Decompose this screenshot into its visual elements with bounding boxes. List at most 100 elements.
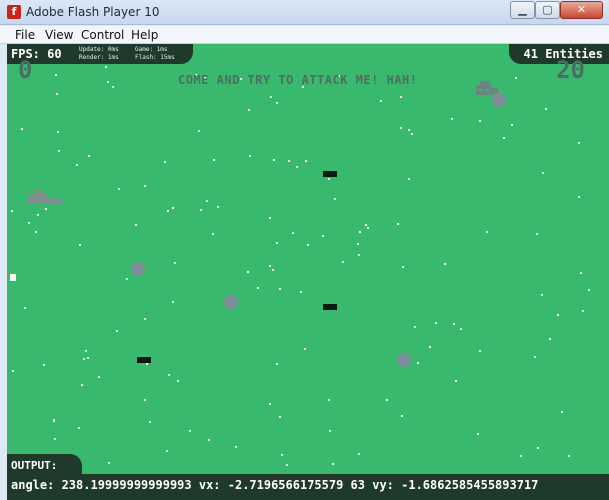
- star: [168, 374, 170, 376]
- score-right: 20: [556, 56, 585, 84]
- game-stage[interactable]: FPS: 60 Update: 0ms Render: 1ms Game: 1m…: [7, 44, 609, 500]
- star: [146, 363, 148, 365]
- star: [164, 161, 166, 163]
- star: [53, 420, 55, 422]
- star: [28, 222, 30, 224]
- fps-panel: FPS: 60 Update: 0ms Render: 1ms Game: 1m…: [7, 44, 193, 64]
- star: [58, 150, 60, 152]
- star: [269, 265, 271, 267]
- star: [334, 198, 336, 200]
- star: [479, 350, 481, 352]
- star: [248, 109, 250, 111]
- star: [342, 261, 344, 263]
- star: [56, 93, 58, 95]
- minimize-button[interactable]: ▁: [510, 1, 535, 19]
- star: [358, 453, 360, 455]
- star: [112, 86, 114, 88]
- star: [542, 172, 544, 174]
- star: [273, 159, 275, 161]
- menu-control[interactable]: Control: [81, 26, 124, 44]
- starfield: [11, 66, 590, 466]
- star: [408, 178, 410, 180]
- star: [358, 254, 360, 256]
- star: [332, 463, 334, 465]
- star: [45, 208, 47, 210]
- star: [149, 421, 151, 423]
- star: [118, 188, 120, 190]
- output-label: OUTPUT:: [11, 459, 58, 472]
- star: [276, 242, 278, 244]
- star: [414, 326, 416, 328]
- star: [411, 133, 413, 135]
- star: [451, 118, 453, 120]
- star: [455, 380, 457, 382]
- star: [400, 127, 402, 129]
- star: [503, 137, 505, 139]
- star: [386, 399, 388, 401]
- star: [307, 244, 309, 246]
- close-button[interactable]: ✕: [560, 1, 603, 19]
- render-time: Render: 1ms: [79, 54, 119, 61]
- star: [79, 244, 81, 246]
- star: [11, 210, 13, 212]
- star: [272, 269, 274, 271]
- star: [357, 243, 359, 245]
- star: [24, 307, 26, 309]
- star: [417, 362, 419, 364]
- player-ship: [26, 190, 64, 204]
- star: [76, 164, 78, 166]
- score-left: 0: [18, 56, 33, 84]
- star: [276, 363, 278, 365]
- star: [588, 289, 590, 291]
- star: [304, 348, 306, 350]
- window-titlebar[interactable]: f Adobe Flash Player 10 ▁ ▢ ✕: [0, 0, 609, 25]
- maximize-button[interactable]: ▢: [535, 1, 560, 19]
- star: [200, 209, 202, 211]
- star: [367, 227, 369, 229]
- enemy-taunt-message: COME AND TRY TO ATTACK ME! HAH!: [178, 73, 418, 87]
- star: [276, 102, 278, 104]
- star: [217, 206, 219, 208]
- star: [85, 350, 87, 352]
- star: [206, 200, 208, 202]
- star: [12, 370, 14, 372]
- star: [453, 323, 455, 325]
- star: [511, 124, 513, 126]
- star: [166, 450, 168, 452]
- star: [270, 96, 272, 98]
- game-field: [10, 66, 590, 466]
- star: [568, 455, 570, 457]
- star: [286, 464, 288, 466]
- star: [213, 159, 215, 161]
- star: [172, 301, 174, 303]
- bullet: [137, 357, 151, 363]
- menu-view[interactable]: View: [45, 26, 73, 44]
- star: [281, 454, 283, 456]
- star: [402, 266, 404, 268]
- output-panel: OUTPUT:: [7, 454, 82, 474]
- star: [580, 272, 582, 274]
- star: [81, 384, 83, 386]
- star: [37, 214, 39, 216]
- star: [198, 130, 200, 132]
- menu-help[interactable]: Help: [131, 26, 158, 44]
- star: [235, 446, 237, 448]
- star: [172, 207, 174, 209]
- star: [578, 142, 580, 144]
- star: [536, 233, 538, 235]
- menu-file[interactable]: File: [15, 26, 35, 44]
- star: [444, 263, 446, 265]
- star: [408, 129, 410, 131]
- star: [296, 166, 298, 168]
- star: [322, 235, 324, 237]
- star: [328, 178, 330, 180]
- star: [57, 131, 59, 133]
- star: [167, 210, 169, 212]
- star: [288, 160, 290, 162]
- star: [126, 278, 128, 280]
- star: [269, 217, 271, 219]
- star: [365, 224, 367, 226]
- star: [135, 224, 137, 226]
- star: [174, 262, 176, 264]
- star: [107, 81, 109, 83]
